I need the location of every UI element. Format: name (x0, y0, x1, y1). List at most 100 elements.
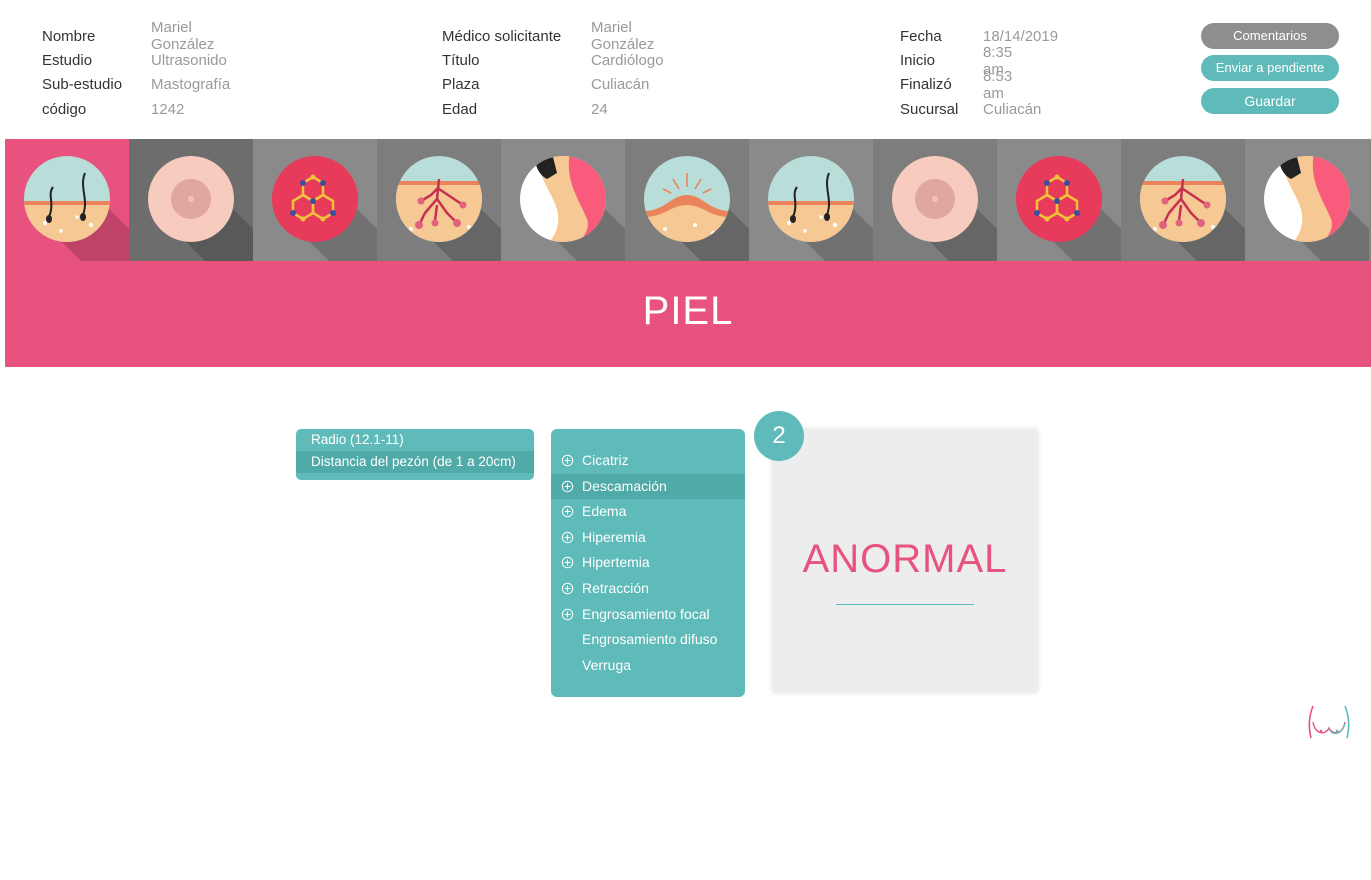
plus-circle-icon (561, 557, 574, 569)
finding-option[interactable]: Cicatriz (551, 448, 745, 474)
category-tile[interactable] (129, 139, 253, 261)
category-tile[interactable] (377, 139, 501, 261)
info-value: Mastografía (151, 76, 231, 94)
category-tile[interactable] (501, 139, 625, 261)
category-tile[interactable] (1245, 139, 1369, 261)
category-tile[interactable] (1121, 139, 1245, 261)
info-label: Sub-estudio (42, 76, 123, 94)
info-label: Inicio (900, 52, 936, 70)
info-label: Finalizó (900, 76, 952, 94)
finding-label: Retracción (582, 579, 649, 596)
session-info: Fecha 18/14/2019 Inicio 8:35 am Finalizó… (900, 24, 1058, 122)
info-row-name: Nombre Mariel González (42, 19, 214, 53)
info-label: Sucursal (900, 100, 959, 118)
category-tile[interactable] (997, 139, 1121, 261)
result-card: ANORMAL (772, 429, 1038, 693)
category-tile[interactable] (625, 139, 749, 261)
finding-label: Verruga (582, 656, 632, 673)
info-label: código (42, 100, 87, 118)
measurement-options: Radio (12.1-11) Distancia del pezón (de … (296, 429, 534, 480)
info-label: Nombre (42, 27, 96, 45)
info-label: Plaza (442, 76, 480, 94)
info-row-title: Título Cardiólogo (442, 48, 664, 72)
plus-circle-icon (561, 454, 574, 467)
breast-logo-icon (1305, 700, 1353, 753)
plus-circle-icon (561, 608, 574, 620)
result-divider (836, 604, 974, 605)
plus-circle-icon (561, 480, 574, 492)
info-row-end: Finalizó 8:53 am (900, 68, 1012, 102)
skin-hair-icon (768, 156, 873, 261)
nipple-icon (148, 156, 253, 261)
info-row-start: Inicio 8:35 am (900, 44, 1012, 78)
selection-count-badge: 2 (754, 411, 804, 461)
info-value: Culiacán (983, 100, 1042, 118)
info-row-date: Fecha 18/14/2019 (900, 24, 1058, 48)
info-label: Estudio (42, 52, 93, 70)
finding-label: Cicatriz (582, 452, 629, 468)
info-value: Ultrasonido (151, 52, 227, 70)
range-item-nipple-distance[interactable]: Distancia del pezón (de 1 a 20cm) (296, 451, 534, 473)
finding-option[interactable]: Hipertemia (551, 550, 745, 576)
info-row-doctor: Médico solicitante Mariel González (442, 19, 654, 53)
info-label: Edad (442, 100, 478, 118)
comments-button[interactable]: Comentarios (1201, 23, 1339, 49)
category-tile[interactable] (749, 139, 873, 261)
info-label: Título (442, 52, 480, 70)
finding-label: Engrosamiento focal (582, 605, 710, 622)
category-strip (5, 139, 1371, 261)
finding-label: Edema (582, 503, 627, 520)
finding-option[interactable]: Edema (551, 499, 745, 525)
send-pending-button[interactable]: Enviar a pendiente (1201, 55, 1339, 81)
info-row-age: Edad 24 (442, 97, 608, 121)
info-row-branch: Sucursal Culiacán (900, 97, 1041, 121)
info-value: Cardiólogo (591, 52, 664, 70)
breast-profile-icon (520, 156, 625, 261)
request-info: Médico solicitante Mariel González Títul… (442, 19, 664, 122)
finding-option[interactable]: Retracción (551, 576, 745, 602)
result-status: ANORMAL (802, 537, 1008, 581)
finding-label: Descamación (582, 477, 667, 494)
skin-swelling-icon (644, 156, 749, 261)
info-value: 8:53 am (983, 67, 1013, 102)
plus-circle-icon (561, 582, 574, 595)
category-tile[interactable] (253, 139, 377, 261)
info-label: Médico solicitante (442, 27, 562, 45)
save-button[interactable]: Guardar (1201, 88, 1339, 114)
info-row-code: código 1242 (42, 97, 184, 121)
finding-label: Engrosamiento difuso (582, 631, 718, 648)
finding-option[interactable]: Engrosamiento difuso (551, 627, 745, 653)
info-row-city: Plaza Culiacán (442, 73, 649, 97)
info-row-study: Estudio Ultrasonido (42, 48, 227, 72)
info-value: Mariel González (591, 19, 655, 54)
category-tile[interactable] (5, 139, 129, 261)
section-banner: PIEL (5, 261, 1371, 367)
info-value: 24 (591, 100, 608, 118)
breast-profile-icon (1264, 156, 1369, 261)
info-label: Fecha (900, 27, 942, 45)
category-tile[interactable] (873, 139, 997, 261)
finding-option[interactable]: Descamación (551, 473, 745, 500)
finding-option[interactable]: Verruga (551, 653, 745, 679)
vessels-icon (396, 156, 501, 261)
nipple-icon (892, 156, 997, 261)
info-value: Mariel González (151, 19, 215, 54)
section-title: PIEL (642, 289, 734, 333)
molecule-icon (272, 156, 377, 261)
finding-option[interactable]: Hiperemia (551, 525, 745, 551)
vessels-icon (1140, 156, 1245, 261)
molecule-icon (1016, 156, 1121, 261)
patient-info: Nombre Mariel González Estudio Ultrasoni… (42, 19, 230, 122)
finding-label: Hiperemia (582, 528, 646, 545)
range-item-radius[interactable]: Radio (12.1-11) (296, 429, 534, 451)
skin-hair-icon (24, 156, 129, 261)
info-value: 18/14/2019 (983, 27, 1059, 45)
plus-circle-icon (561, 531, 574, 543)
info-value: 1242 (151, 100, 185, 118)
finding-option[interactable]: Engrosamiento focal (551, 602, 745, 628)
info-row-substudy: Sub-estudio Mastografía (42, 73, 230, 97)
info-value: Culiacán (591, 76, 650, 94)
plus-circle-icon (561, 505, 574, 518)
finding-label: Hipertemia (582, 554, 650, 571)
findings-list: Cicatriz Descamación Edema Hiperemia Hiperte… (551, 429, 745, 697)
